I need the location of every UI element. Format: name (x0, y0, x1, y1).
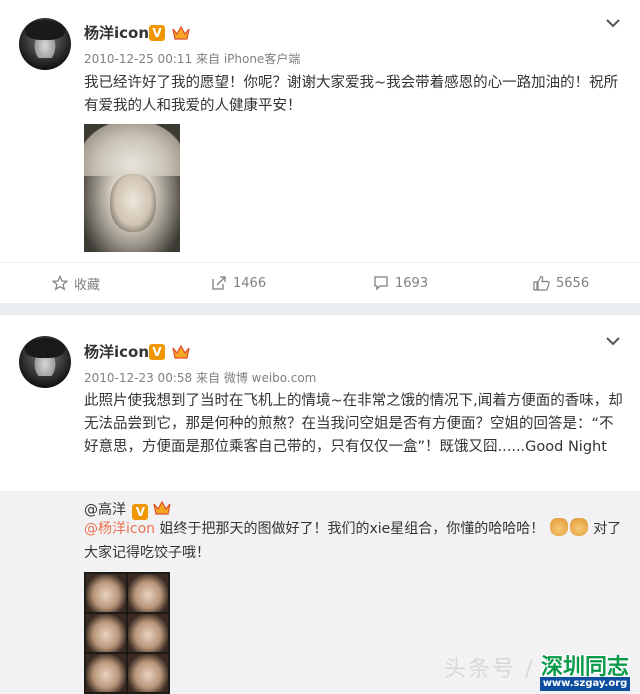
post-meta: 2010-12-23 00:58 来自 微博 weibo.com (84, 369, 316, 386)
verified-badge-icon: V (149, 344, 165, 360)
post-photo[interactable] (84, 124, 180, 252)
post-text: 我已经许好了我的愿望！你呢？谢谢大家爱我~我会带着感恩的心一路加油的！祝所有爱我… (84, 75, 619, 114)
comment-icon (374, 276, 388, 291)
post-source[interactable]: iPhone客户端 (224, 52, 301, 66)
chevron-down-icon[interactable] (606, 336, 620, 346)
repost-username[interactable]: @高洋 (84, 502, 126, 518)
like-button[interactable]: 5656 (533, 272, 589, 294)
like-count: 5656 (556, 275, 590, 291)
logo-url: www.szgay.org (540, 677, 630, 691)
post-meta: 2010-12-25 00:11 来自 iPhone客户端 (84, 50, 300, 67)
repost-text-part1: 姐终于把那天的图做好了！我们的xie星组合，你懂的哈哈哈！ (155, 521, 545, 537)
collage-photo (86, 614, 126, 652)
favorite-label: 收藏 (74, 277, 101, 293)
weibo-post-card: 杨洋icon V 2010-12-25 00:11 来自 iPhone客户端 我… (0, 0, 640, 303)
collage-photo (128, 654, 168, 692)
watermark-text: 头条号 / (444, 657, 535, 682)
repost-photo-collage[interactable] (84, 572, 170, 694)
post-timestamp[interactable]: 2010-12-25 00:11 (84, 52, 192, 66)
repost-button[interactable]: 1466 (211, 272, 266, 294)
collage-photo (128, 614, 168, 652)
crown-icon (153, 500, 171, 515)
collage-photo (86, 654, 126, 692)
crown-icon (172, 344, 190, 359)
post-source[interactable]: 微博 weibo.com (224, 371, 317, 385)
post-timestamp[interactable]: 2010-12-23 00:58 (84, 371, 192, 385)
repost-text: @杨洋icon 姐终于把那天的图做好了！我们的xie星组合，你懂的哈哈哈！ 对了… (84, 517, 624, 565)
collage-photo (128, 574, 168, 612)
repost-icon (212, 276, 226, 290)
source-prefix: 来自 (195, 371, 220, 385)
divider (0, 262, 640, 263)
hand-v-icon (569, 518, 588, 536)
comment-button[interactable]: 1693 (373, 272, 428, 294)
crown-icon (172, 25, 190, 40)
source-prefix: 来自 (195, 52, 220, 66)
chevron-down-icon[interactable] (606, 18, 620, 28)
favorite-button[interactable]: 收藏 (52, 272, 100, 294)
avatar[interactable] (19, 18, 71, 70)
collage-photo (86, 574, 126, 612)
verified-badge-icon: V (149, 25, 165, 41)
post-username[interactable]: 杨洋icon (84, 341, 149, 362)
repost-count: 1466 (233, 275, 267, 291)
post-text: 此照片使我想到了当时在飞机上的情境~在非常之饿的情况下,闻着方便面的香味，却无法… (84, 393, 623, 455)
site-logo: 深圳同志 www.szgay.org (536, 649, 634, 693)
hand-v-icon (549, 518, 568, 536)
star-icon (52, 275, 68, 291)
avatar[interactable] (19, 336, 71, 388)
mention-link[interactable]: @杨洋icon (84, 521, 155, 537)
post-username[interactable]: 杨洋icon (84, 22, 149, 43)
comment-count: 1693 (395, 275, 429, 291)
like-icon (533, 275, 550, 291)
